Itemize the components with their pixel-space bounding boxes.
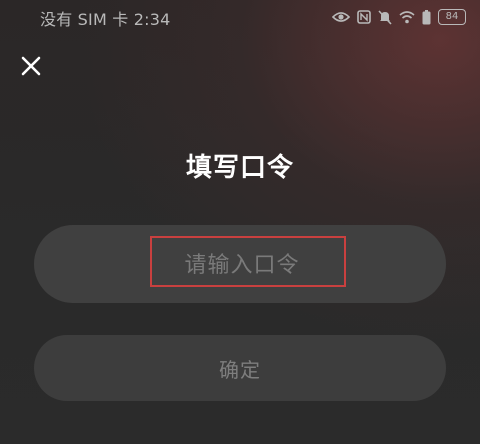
mute-icon xyxy=(378,9,392,25)
password-input[interactable] xyxy=(34,225,450,305)
close-icon xyxy=(21,56,41,80)
battery-icon: 84 xyxy=(438,9,466,25)
nfc-icon xyxy=(357,10,371,24)
battery-saver-icon xyxy=(422,9,431,25)
status-icons: 84 xyxy=(332,9,466,25)
confirm-button[interactable]: 确定 xyxy=(34,335,446,401)
password-input-container xyxy=(34,225,450,305)
status-bar: 没有 SIM 卡 2:34 84 xyxy=(0,0,480,36)
status-carrier-time: 没有 SIM 卡 2:34 xyxy=(40,10,171,29)
wifi-icon xyxy=(399,10,415,24)
close-button[interactable] xyxy=(15,52,47,84)
eye-icon xyxy=(332,11,350,23)
page-title: 填写口令 xyxy=(185,153,294,183)
